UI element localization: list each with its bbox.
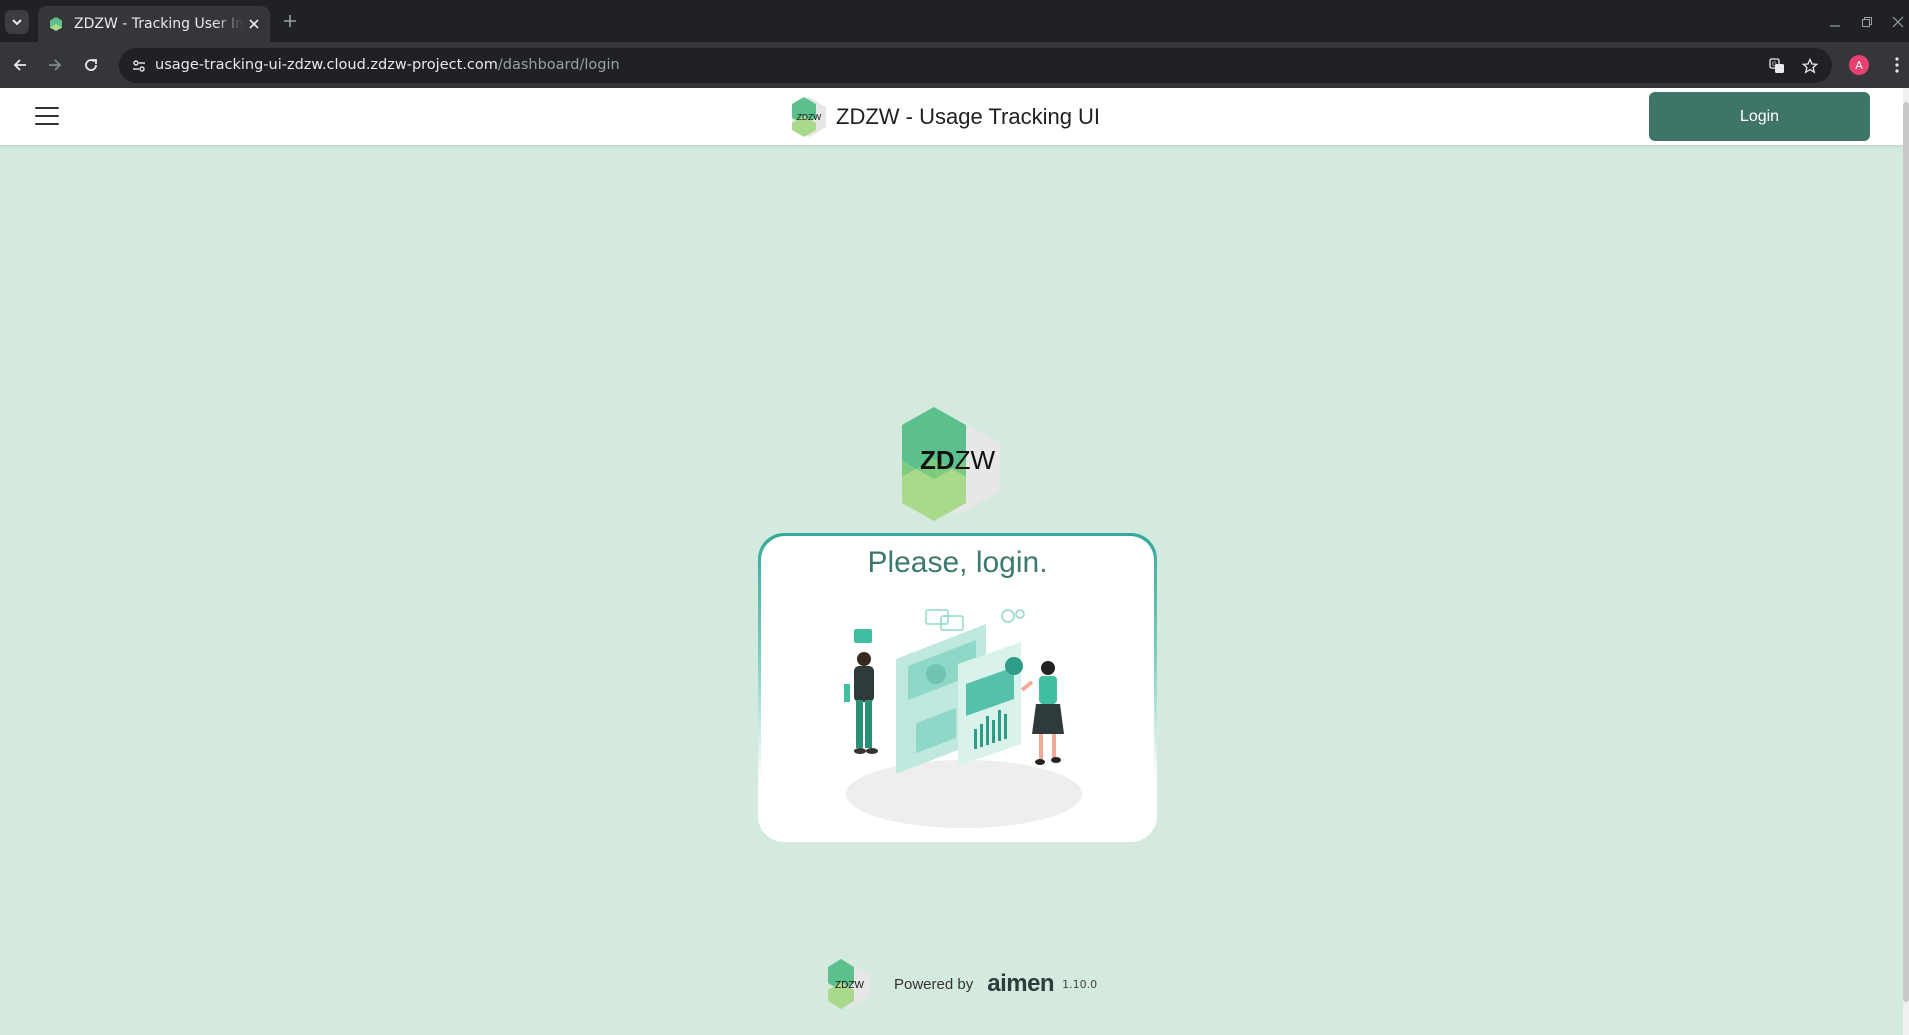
- site-settings-icon[interactable]: [129, 56, 149, 76]
- card-title: Please, login.: [867, 546, 1048, 579]
- zdzw-favicon-icon: [50, 17, 62, 31]
- login-card: Please, login.: [758, 533, 1157, 842]
- restore-icon[interactable]: [1858, 13, 1876, 31]
- bookmark-star-icon[interactable]: [1800, 56, 1820, 76]
- tab-search-button[interactable]: [5, 10, 29, 34]
- zdzw-footer-logo: ZDZW: [828, 959, 870, 1009]
- scrollbar-thumb[interactable]: [1903, 102, 1909, 1002]
- chevron-down-icon: [12, 19, 22, 26]
- aimen-logo: aimen: [987, 970, 1055, 997]
- new-tab-icon[interactable]: [281, 12, 299, 30]
- version-label: 1.10.0: [1062, 977, 1098, 991]
- page-title: ZDZW - Usage Tracking UI: [836, 104, 1101, 129]
- profile-initial: A: [1855, 58, 1863, 72]
- forward-arrow-icon[interactable]: [43, 53, 67, 77]
- back-arrow-icon[interactable]: [8, 53, 32, 77]
- tab-title: ZDZW - Tracking User Interface: [74, 16, 244, 32]
- svg-text:ZDZW: ZDZW: [835, 980, 864, 991]
- login-button[interactable]: Login: [1649, 92, 1870, 141]
- close-tab-icon[interactable]: [246, 16, 262, 32]
- profile-avatar[interactable]: A: [1849, 55, 1869, 75]
- powered-by-label: Powered by: [894, 975, 974, 993]
- browser-toolbar: usage-tracking-ui-zdzw.cloud.zdzw-projec…: [0, 42, 1909, 88]
- reload-icon[interactable]: [79, 53, 103, 77]
- footer: ZDZW Powered by aimen 1.10.0: [826, 958, 1097, 1010]
- address-bar[interactable]: usage-tracking-ui-zdzw.cloud.zdzw-projec…: [119, 48, 1832, 83]
- browser-tab[interactable]: ZDZW - Tracking User Interface: [38, 6, 270, 42]
- page-scrollbar[interactable]: [1903, 88, 1909, 1035]
- zdzw-logo: ZDZW: [792, 97, 826, 137]
- app-header: ZDZW ZDZW - Usage Tracking UI Login: [0, 88, 1903, 145]
- svg-text:G: G: [1772, 61, 1777, 68]
- brand: ZDZW ZDZW - Usage Tracking UI: [790, 96, 1100, 138]
- hamburger-menu-icon[interactable]: [35, 105, 59, 127]
- zdzw-main-logo: ZDZW: [902, 407, 1000, 521]
- minimize-icon[interactable]: [1826, 13, 1844, 31]
- browser-tab-strip: ZDZW - Tracking User Interface: [0, 0, 1909, 42]
- translate-icon[interactable]: G: [1767, 56, 1787, 76]
- close-window-icon[interactable]: [1889, 13, 1907, 31]
- svg-text:ZDZW: ZDZW: [797, 112, 822, 122]
- svg-text:ZDZW: ZDZW: [920, 445, 996, 475]
- url-text: usage-tracking-ui-zdzw.cloud.zdzw-projec…: [155, 57, 620, 73]
- dashboard-illustration: [844, 609, 1082, 828]
- browser-menu-icon[interactable]: [1889, 55, 1905, 75]
